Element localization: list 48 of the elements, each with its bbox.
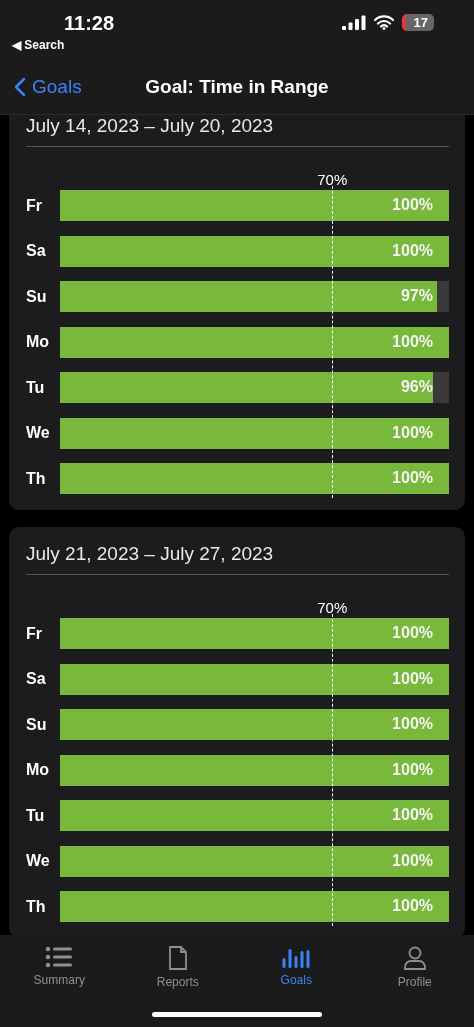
percent-value: 100% [392, 469, 433, 487]
week-range: July 14, 2023 – July 20, 2023 [26, 115, 449, 147]
tab-bar-item[interactable]: Profile [364, 945, 465, 990]
tab-bar-item[interactable]: Reports [127, 945, 228, 990]
day-label: Sa [26, 242, 47, 260]
week-range: July 21, 2023 – July 27, 2023 [26, 543, 449, 575]
screen-title: Goal: Time in Range [145, 76, 329, 98]
percent-value: 100% [392, 715, 433, 733]
percent-value: 97% [400, 287, 433, 305]
tab-bar-item[interactable]: Goals [246, 945, 347, 990]
percent-value: 100% [392, 196, 433, 214]
day-label: Su [26, 715, 48, 734]
chevron-left-icon [14, 77, 26, 97]
percent-value: 100% [392, 624, 433, 642]
tab-bar-item[interactable]: Summary [9, 945, 110, 990]
percent-value: 100% [392, 669, 433, 688]
percent-value: 100% [392, 897, 433, 915]
person-icon [402, 946, 427, 970]
bar-chart-icon [282, 946, 311, 968]
target-label: 70% [317, 599, 348, 616]
day-label: Mo [26, 333, 51, 351]
day-label: Fr [26, 624, 43, 643]
list-icon [45, 946, 74, 968]
day-label: Th [26, 897, 47, 916]
percent-value: 96% [400, 378, 433, 396]
percent-value: 100% [392, 806, 433, 824]
battery-level: 17 [401, 13, 434, 31]
percent-value: 100% [392, 332, 433, 351]
day-label: We [26, 424, 51, 442]
back-button[interactable]: Goals [0, 76, 82, 98]
signal-icon [341, 14, 366, 30]
document-icon [167, 946, 188, 970]
day-label: Mo [26, 761, 51, 779]
day-label: Tu [26, 806, 46, 825]
day-label: Th [26, 469, 47, 488]
day-label: We [26, 852, 51, 870]
status-time: 11:28 [64, 12, 115, 35]
day-label: Tu [26, 378, 46, 397]
day-label: Sa [26, 670, 47, 688]
back-to-app-link[interactable]: ◀ Search [12, 38, 65, 52]
day-label: Su [26, 287, 48, 306]
percent-value: 100% [392, 760, 433, 779]
day-label: Fr [26, 196, 43, 215]
percent-value: 100% [392, 851, 433, 870]
wifi-icon [373, 14, 394, 30]
percent-value: 100% [392, 423, 433, 442]
target-label: 70% [317, 171, 348, 188]
percent-value: 100% [392, 241, 433, 260]
